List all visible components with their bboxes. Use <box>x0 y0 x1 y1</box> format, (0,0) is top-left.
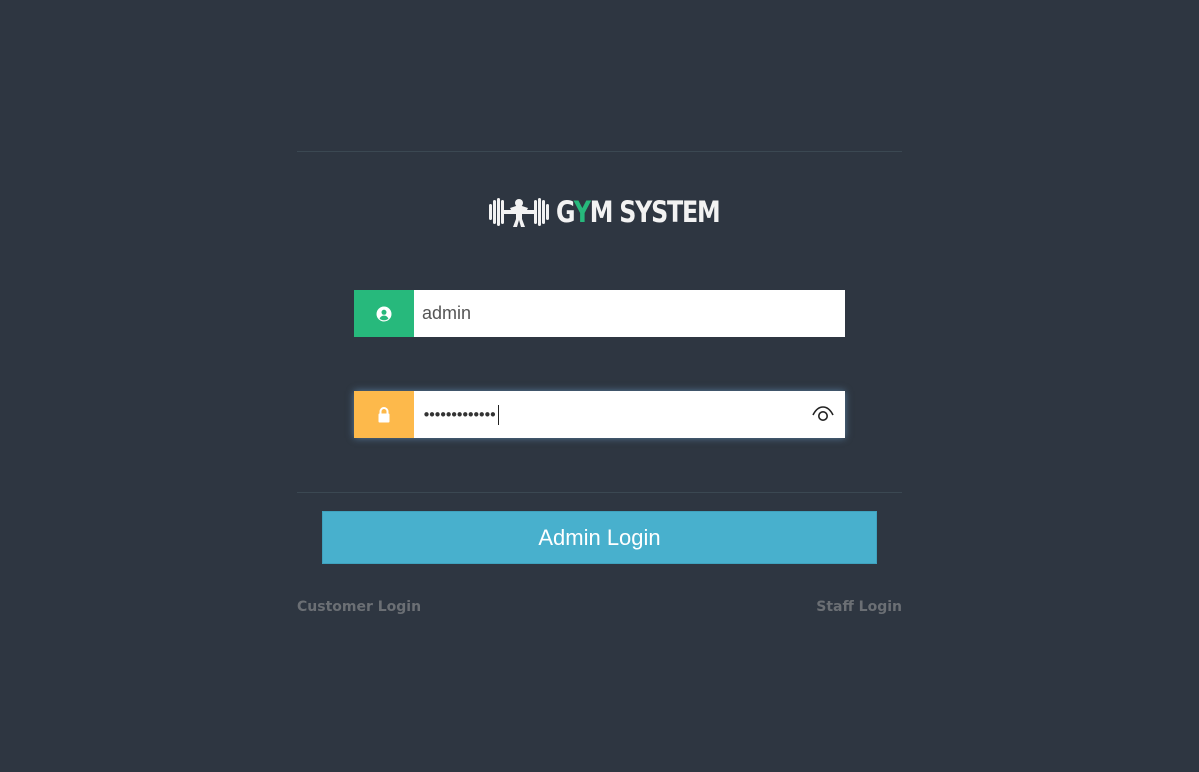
username-field: admin <box>354 290 845 337</box>
username-input[interactable]: admin <box>414 290 845 337</box>
customer-login-link[interactable]: Customer Login <box>297 599 421 615</box>
password-input[interactable]: ••••••••••••• <box>414 391 845 438</box>
bottom-divider <box>297 492 902 493</box>
username-addon <box>354 290 414 337</box>
username-value: admin <box>422 303 472 323</box>
password-addon <box>354 391 414 438</box>
admin-login-button[interactable]: Admin Login <box>322 511 877 564</box>
staff-login-link[interactable]: Staff Login <box>816 599 902 615</box>
brand-name: GYM SYSTEM <box>556 195 721 229</box>
login-page: GYM SYSTEM admin ••••••••••••• Admin Log… <box>0 0 1199 772</box>
password-masked-value: ••••••••••••• <box>422 405 497 424</box>
text-caret <box>497 404 499 425</box>
top-divider <box>297 151 902 152</box>
lock-icon <box>378 407 390 423</box>
password-field: ••••••••••••• <box>354 391 845 438</box>
eye-icon[interactable] <box>811 404 835 429</box>
dumbbell-icon <box>489 198 549 227</box>
user-circle-icon <box>376 306 392 321</box>
gym-system-logo: GYM SYSTEM <box>488 194 755 230</box>
